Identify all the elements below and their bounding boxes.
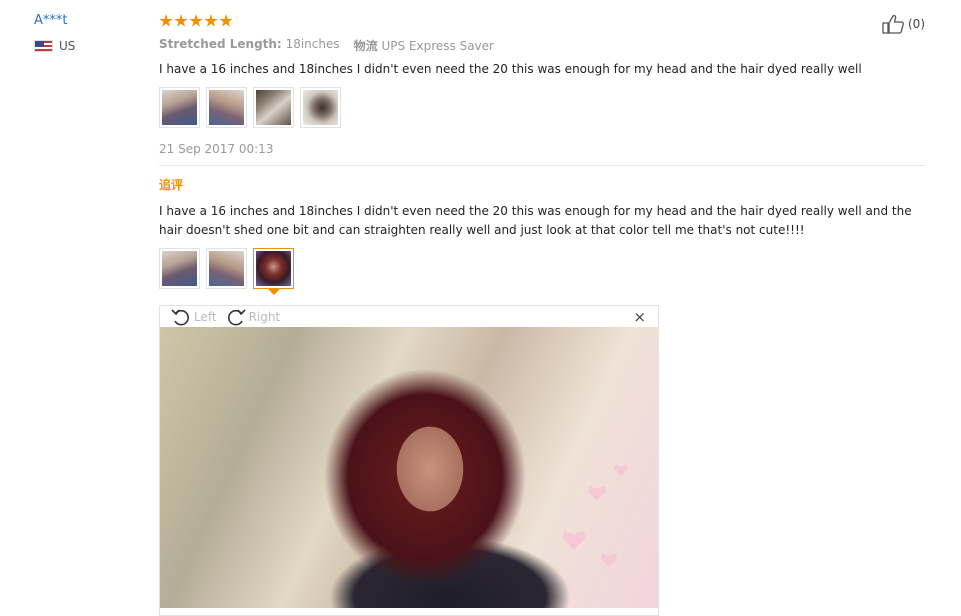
review-text: I have a 16 inches and 18inches I didn't… — [159, 62, 862, 76]
attribute-shipping: 物流 UPS Express Saver — [354, 37, 494, 54]
rotate-left-icon — [171, 308, 189, 325]
heart-sticker — [600, 553, 618, 568]
star-rating — [159, 12, 925, 30]
attribute-key: Stretched Length: — [159, 37, 282, 51]
enlarged-review-photo — [160, 327, 658, 608]
star-icon — [219, 14, 233, 27]
review-date: 21 Sep 2017 00:13 — [159, 142, 274, 156]
rotate-right-button[interactable]: Right — [225, 307, 281, 327]
attribute-length: Stretched Length: 18inches — [159, 37, 340, 54]
product-attributes: Stretched Length: 18inches 物流 UPS Expres… — [159, 37, 925, 54]
review-photo-thumbnail[interactable] — [253, 87, 294, 128]
review-photo-thumbnail[interactable] — [300, 87, 341, 128]
attribute-key: 物流 — [353, 39, 378, 53]
followup-photos — [159, 248, 925, 295]
followup-photo-thumbnail-selected[interactable] — [253, 248, 294, 295]
review-photo-thumbnail[interactable] — [159, 87, 200, 128]
rotate-right-label: Right — [248, 309, 281, 324]
heart-sticker — [613, 464, 629, 477]
review-photo-thumbnail[interactable] — [206, 87, 247, 128]
star-icon — [204, 14, 218, 27]
followup-title: 追评 — [159, 178, 184, 192]
heart-sticker — [588, 485, 606, 501]
followup-text: I have a 16 inches and 18inches I didn't… — [159, 204, 912, 237]
rotate-left-label: Left — [194, 309, 217, 324]
rotate-right-icon — [227, 308, 246, 325]
followup-photo-thumbnail[interactable] — [159, 248, 200, 289]
review: Stretched Length: 18inches 物流 UPS Expres… — [159, 12, 925, 295]
viewer-toolbar: Left Right × — [160, 306, 658, 327]
followup-photo-thumbnail[interactable] — [206, 248, 247, 289]
review-photos — [159, 87, 925, 128]
close-viewer-button[interactable]: × — [633, 308, 646, 326]
reviewer-name[interactable]: A***t — [34, 12, 75, 30]
attribute-value: UPS Express Saver — [381, 39, 494, 53]
divider — [159, 165, 925, 166]
photo-viewer: Left Right × — [159, 305, 659, 616]
country-label: US — [59, 39, 76, 53]
star-icon — [189, 14, 203, 27]
heart-sticker — [562, 530, 586, 551]
star-icon — [174, 14, 188, 27]
us-flag-icon — [34, 40, 53, 52]
reviewer-info: A***t US — [34, 12, 75, 53]
rotate-left-button[interactable]: Left — [170, 307, 217, 327]
reviewer-country: US — [34, 39, 75, 53]
attribute-value: 18inches — [285, 37, 340, 51]
star-icon — [159, 14, 173, 27]
